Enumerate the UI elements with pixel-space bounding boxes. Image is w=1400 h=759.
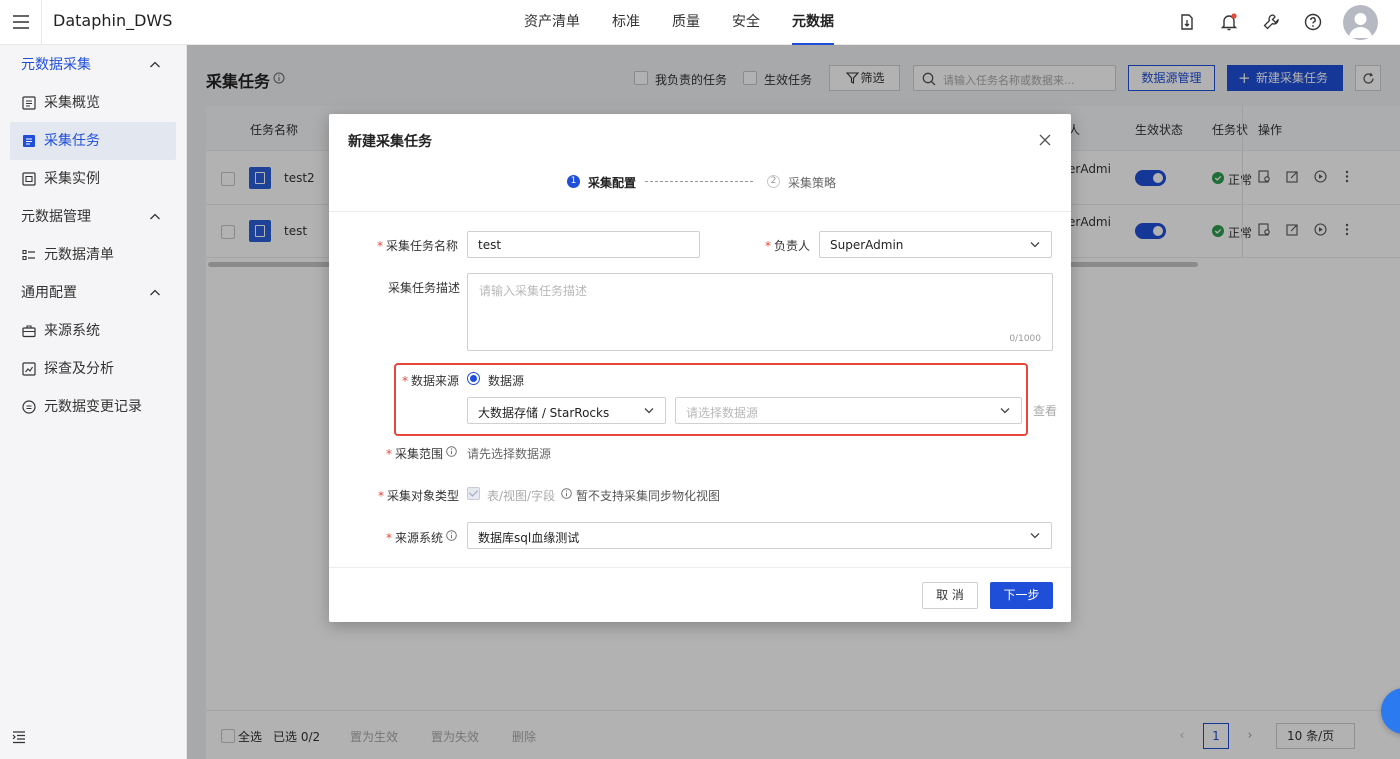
task-icon <box>23 135 35 147</box>
data-source-label: * 数据来源 <box>402 374 460 388</box>
sidebar-item-label: 采集实例 <box>44 171 100 187</box>
task-name-value: test <box>478 238 502 252</box>
collapse-menu-icon[interactable] <box>12 730 26 744</box>
scope-hint: 请先选择数据源 <box>467 447 552 461</box>
nav-asset-list[interactable]: 资产清单 <box>512 0 592 45</box>
source-system-value: 数据库sql血缘测试 <box>478 531 580 545</box>
sidebar-group-config[interactable]: 通用配置 <box>0 274 187 312</box>
top-header: Dataphin_DWS 资产清单 标准 质量 安全 元数据 <box>0 0 1400 45</box>
wrench-icon[interactable] <box>1261 12 1281 32</box>
sidebar-item-analysis[interactable]: 探查及分析 <box>10 350 176 388</box>
dialog-title: 新建采集任务 <box>348 134 432 150</box>
sidebar-item-label: 采集任务 <box>44 133 100 149</box>
scope-label: * 采集范围 <box>386 447 444 461</box>
sidebar: 元数据采集 采集概览 采集任务 采集实例 元数据管理 元数据清单 通用配置 来源… <box>0 45 187 759</box>
object-type-checkbox[interactable] <box>467 487 480 500</box>
chevron-up-icon <box>150 61 160 68</box>
sidebar-item-label: 元数据变更记录 <box>44 399 142 415</box>
header-divider <box>41 0 42 45</box>
sidebar-item-overview[interactable]: 采集概览 <box>10 84 176 122</box>
next-step-button[interactable]: 下一步 <box>990 582 1053 609</box>
info-icon[interactable] <box>446 530 457 541</box>
nav-metadata[interactable]: 元数据 <box>780 0 846 45</box>
briefcase-icon <box>22 325 36 338</box>
sidebar-item-source-system[interactable]: 来源系统 <box>10 312 176 350</box>
chevron-up-icon <box>150 289 160 296</box>
view-link[interactable]: 查看 <box>1033 402 1057 419</box>
instance-icon <box>22 172 36 186</box>
task-name-label: * 采集任务名称 <box>377 239 459 253</box>
data-source-radio-label: 数据源 <box>488 374 525 388</box>
object-type-note: 暂不支持采集同步物化视图 <box>576 489 721 503</box>
step-1-label: 采集配置 <box>588 176 637 190</box>
sidebar-group-management[interactable]: 元数据管理 <box>0 198 187 236</box>
object-type-label: * 采集对象类型 <box>378 489 460 503</box>
object-type-value: 表/视图/字段 <box>487 489 556 503</box>
sidebar-item-label: 探查及分析 <box>44 361 114 377</box>
sidebar-item-label: 采集概览 <box>44 95 100 111</box>
list-icon <box>22 249 35 261</box>
sidebar-item-label: 元数据清单 <box>44 247 114 263</box>
overview-icon <box>22 96 36 110</box>
sidebar-item-label: 来源系统 <box>44 323 100 339</box>
source-type-select[interactable]: 大数据存储 / StarRocks <box>467 397 666 424</box>
sidebar-group-collection[interactable]: 元数据采集 <box>0 46 187 84</box>
sidebar-group-label: 元数据管理 <box>21 209 91 225</box>
help-icon[interactable] <box>1303 12 1323 32</box>
stepper: 1 采集配置 2 采集策略 <box>329 172 1071 202</box>
owner-value: SuperAdmin <box>830 238 904 252</box>
chevron-down-icon <box>1030 533 1040 539</box>
owner-select[interactable]: SuperAdmin <box>819 231 1052 258</box>
bell-icon[interactable] <box>1219 12 1239 32</box>
sidebar-item-instances[interactable]: 采集实例 <box>10 160 176 198</box>
history-icon <box>22 400 36 414</box>
sidebar-item-tasks[interactable]: 采集任务 <box>10 122 176 160</box>
data-source-placeholder: 请选择数据源 <box>686 406 759 420</box>
step-2-label: 采集策略 <box>788 176 837 190</box>
chart-icon <box>22 362 36 376</box>
task-name-input[interactable]: test <box>467 231 700 258</box>
sidebar-group-label: 通用配置 <box>21 285 77 301</box>
step-2-number: 2 <box>767 175 780 188</box>
close-icon[interactable] <box>1039 134 1051 146</box>
chevron-up-icon <box>150 213 160 220</box>
description-label: 采集任务描述 <box>388 281 461 295</box>
data-source-select[interactable]: 请选择数据源 <box>675 397 1022 424</box>
info-icon[interactable] <box>446 446 457 457</box>
source-type-value: 大数据存储 / StarRocks <box>478 406 610 420</box>
cancel-button[interactable]: 取 消 <box>922 582 978 609</box>
sidebar-group-label: 元数据采集 <box>21 57 91 73</box>
chevron-down-icon <box>1000 408 1010 414</box>
package-icon[interactable] <box>1177 12 1197 32</box>
sidebar-item-change-log[interactable]: 元数据变更记录 <box>10 388 176 426</box>
step-connector <box>645 181 753 182</box>
nav-standard[interactable]: 标准 <box>600 0 652 45</box>
nav-quality[interactable]: 质量 <box>660 0 712 45</box>
info-icon <box>561 488 572 499</box>
source-system-select[interactable]: 数据库sql血缘测试 <box>467 522 1052 549</box>
owner-label: * 负责人 <box>765 239 811 253</box>
chevron-down-icon <box>1030 242 1040 248</box>
menu-icon[interactable] <box>10 12 32 32</box>
description-placeholder: 请输入采集任务描述 <box>479 284 588 298</box>
source-system-label: * 来源系统 <box>386 531 444 545</box>
description-textarea[interactable]: 请输入采集任务描述 0/1000 <box>467 273 1053 351</box>
nav-security[interactable]: 安全 <box>720 0 772 45</box>
new-task-dialog: 新建采集任务 1 采集配置 2 采集策略 * 采集任务名称 test * 负责人 S… <box>329 114 1071 622</box>
user-avatar[interactable] <box>1343 5 1378 40</box>
step-1-number: 1 <box>567 175 580 188</box>
sidebar-item-metadata-list[interactable]: 元数据清单 <box>10 236 176 274</box>
chevron-down-icon <box>644 408 654 414</box>
footer-separator <box>329 567 1071 568</box>
description-char-count: 0/1000 <box>1009 334 1041 344</box>
data-source-radio[interactable] <box>467 372 480 385</box>
top-nav: 资产清单 标准 质量 安全 元数据 <box>512 0 854 45</box>
app-title: Dataphin_DWS <box>53 11 173 30</box>
header-separator <box>329 211 1071 212</box>
